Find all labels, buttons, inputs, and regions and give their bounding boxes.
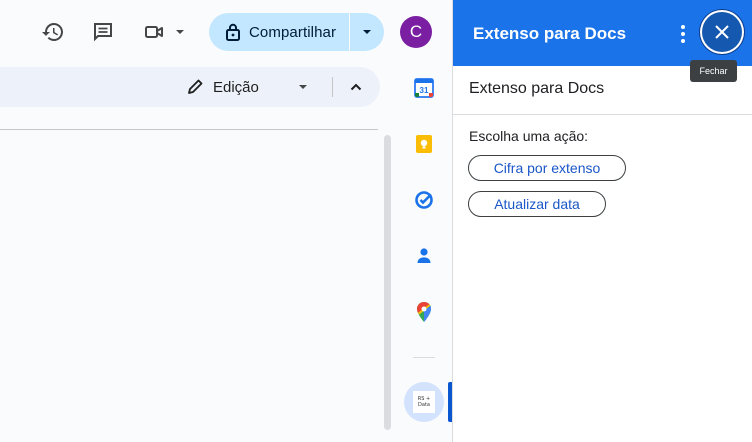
chevron-up-icon <box>350 83 362 91</box>
close-tooltip: Fechar <box>690 60 737 82</box>
panel-divider <box>453 114 752 115</box>
pencil-icon <box>188 79 203 94</box>
meet-button[interactable] <box>142 16 192 48</box>
chevron-down-icon <box>176 30 184 34</box>
chevron-down-icon <box>363 30 371 34</box>
keep-app-button[interactable] <box>408 128 440 160</box>
editing-mode-label: Edição <box>213 78 259 96</box>
maps-icon <box>417 301 431 322</box>
more-vert-icon <box>681 25 685 43</box>
panel-title: Extenso para Docs <box>473 24 627 43</box>
tasks-app-button[interactable] <box>408 184 440 216</box>
formatting-toolbar: Edição <box>0 67 380 107</box>
editing-mode-button[interactable]: Edição <box>186 67 259 107</box>
history-icon <box>42 23 63 41</box>
addon-logo: RS + Data <box>413 391 435 413</box>
hide-menus-button[interactable] <box>340 71 372 103</box>
close-panel-button[interactable] <box>702 12 742 52</box>
calendar-icon: 31 <box>414 78 434 98</box>
action-prompt: Escolha uma ação: <box>469 128 589 144</box>
panel-subtitle: Extenso para Docs <box>469 80 605 97</box>
calendar-app-button[interactable]: 31 <box>408 72 440 104</box>
ruler-border <box>0 129 378 130</box>
comment-icon <box>94 23 112 42</box>
rail-divider <box>413 357 435 358</box>
keep-icon <box>416 135 432 153</box>
tasks-icon <box>415 191 433 209</box>
atualizar-data-button[interactable]: Atualizar data <box>468 191 606 217</box>
share-button[interactable]: Compartilhar <box>209 13 350 51</box>
panel-menu-button[interactable] <box>672 21 694 47</box>
version-history-button[interactable] <box>37 16 69 48</box>
toolbar-divider <box>332 77 333 97</box>
cifra-por-extenso-button[interactable]: Cifra por extenso <box>468 155 626 181</box>
addon-app-button[interactable]: RS + Data <box>404 382 444 422</box>
document-scrollbar[interactable] <box>384 135 391 430</box>
share-dropdown-button[interactable] <box>350 13 384 51</box>
chevron-down-icon <box>299 85 307 89</box>
addon-side-panel: Extenso para Docs Fechar Extenso para Do… <box>452 0 752 442</box>
contacts-icon <box>417 248 431 263</box>
share-label: Compartilhar <box>249 23 337 41</box>
calendar-day: 31 <box>420 86 429 95</box>
share-button-group: Compartilhar <box>209 13 384 51</box>
account-avatar[interactable]: C <box>400 16 432 48</box>
editing-mode-dropdown[interactable] <box>297 67 309 107</box>
maps-app-button[interactable] <box>408 296 440 328</box>
close-icon <box>715 25 729 39</box>
comments-button[interactable] <box>87 16 119 48</box>
lock-icon <box>226 23 240 41</box>
panel-header: Extenso para Docs <box>453 0 752 66</box>
video-call-icon <box>145 26 163 38</box>
contacts-app-button[interactable] <box>408 240 440 272</box>
